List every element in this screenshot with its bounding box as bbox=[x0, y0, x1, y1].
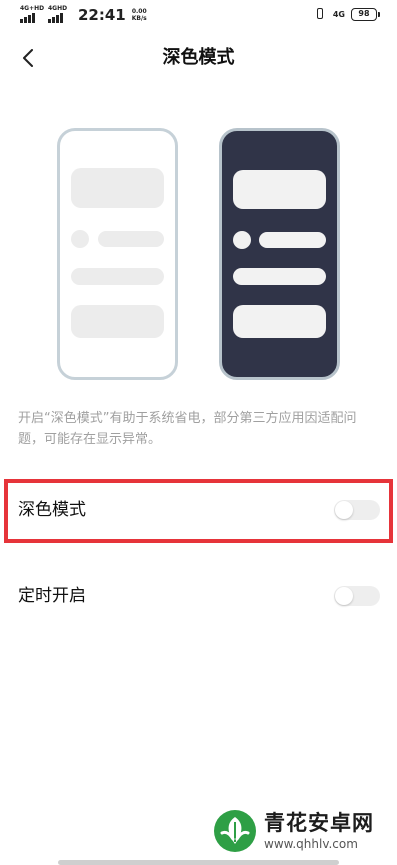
setting-label: 定时开启 bbox=[18, 586, 86, 606]
schedule-toggle[interactable] bbox=[334, 586, 380, 606]
vibrate-icon bbox=[313, 7, 327, 21]
status-bar: 4G+HD 4GHD 22:41 0.00 KB/s 4G 98 bbox=[0, 0, 397, 30]
light-mode-preview bbox=[57, 128, 178, 380]
dark-mode-description: 开启“深色模式”有助于系统省电，部分第三方应用因适配问题，可能存在显示异常。 bbox=[18, 411, 357, 447]
net-speed: 0.00 KB/s bbox=[131, 8, 147, 22]
page-title: 深色模式 bbox=[162, 47, 235, 68]
header: 深色模式 bbox=[0, 30, 397, 86]
highlight-box bbox=[4, 479, 393, 543]
network-type: 4G bbox=[332, 9, 345, 19]
gesture-bar[interactable] bbox=[58, 860, 339, 865]
dark-mode-preview bbox=[219, 128, 340, 380]
clock: 22:41 bbox=[78, 6, 126, 24]
watermark: 青花安卓网 www.qhhlv.com bbox=[212, 808, 374, 854]
leaf-logo-icon bbox=[214, 810, 256, 852]
setting-row-scheduled[interactable]: 定时开启 bbox=[0, 566, 397, 626]
sim2-signal-icon: 4GHD bbox=[48, 5, 70, 23]
sim1-signal-icon: 4G+HD bbox=[20, 5, 44, 23]
battery-icon: 98 bbox=[351, 7, 380, 21]
